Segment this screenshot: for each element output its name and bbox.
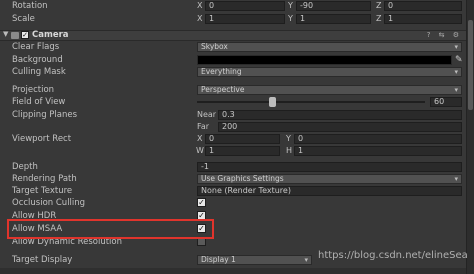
clipping-planes-row: Clipping Planes Near 0.3 [0,109,466,121]
rendering-path-value: Use Graphics Settings [201,174,284,183]
culling-mask-label: Culling Mask [12,67,66,77]
depth-label: Depth [12,162,38,172]
camera-component-header[interactable]: ▼ ✓ Camera ? ⇆ ⚙ [0,30,466,41]
near-field[interactable]: 0.3 [218,110,462,120]
clear-flags-value: Skybox [201,42,228,51]
dropdown-arrow-icon: ▾ [454,43,458,51]
viewport-h-field[interactable]: 1 [294,146,462,156]
camera-enabled-checkbox[interactable]: ✓ [21,31,29,39]
viewport-h-label: H [286,146,293,155]
rotation-y-axis-label: Y [288,1,293,10]
viewport-w-label: W [196,146,204,155]
dropdown-arrow-icon: ▾ [454,175,458,183]
target-texture-label: Target Texture [12,186,73,196]
field-of-view-label: Field of View [12,97,66,107]
projection-dropdown[interactable]: Perspective ▾ [197,85,462,95]
far-label: Far [197,122,210,131]
rendering-path-label: Rendering Path [12,174,77,184]
clear-flags-label: Clear Flags [12,42,60,52]
scale-x-axis-label: X [197,14,203,23]
bottom-strip [0,268,466,274]
far-row: Far 200 [0,121,466,133]
background-color-field[interactable] [197,55,452,65]
occlusion-culling-label: Occlusion Culling [12,198,86,208]
projection-row: Projection Perspective ▾ [0,84,466,96]
target-texture-field[interactable]: None (Render Texture) [197,186,462,196]
clipping-planes-label: Clipping Planes [12,110,78,120]
culling-mask-dropdown[interactable]: Everything ▾ [197,67,462,77]
scale-x-field[interactable]: 1 [205,14,285,24]
dropdown-arrow-icon: ▾ [454,86,458,94]
projection-label: Projection [12,85,55,95]
vertical-scrollbar[interactable] [466,0,474,274]
fold-arrow-icon[interactable]: ▼ [3,30,8,38]
depth-field[interactable]: -1 [197,162,462,172]
field-of-view-slider-handle[interactable] [269,97,277,107]
near-label: Near [197,110,217,119]
projection-value: Perspective [201,85,245,94]
rotation-z-field[interactable]: 0 [384,1,462,11]
target-texture-row: Target Texture None (Render Texture) [0,185,466,197]
viewport-x-field[interactable]: 0 [205,134,280,144]
clear-flags-dropdown[interactable]: Skybox ▾ [197,42,462,52]
culling-mask-row: Culling Mask Everything ▾ [0,66,466,78]
scale-label: Scale [12,14,35,24]
scale-z-field[interactable]: 1 [384,14,462,24]
occlusion-culling-row: Occlusion Culling ✓ [0,197,466,209]
color-picker-icon[interactable]: ✎ [455,54,463,66]
rotation-y-field[interactable]: -90 [296,1,371,11]
viewport-y-field[interactable]: 0 [294,134,462,144]
target-display-label: Target Display [12,255,73,265]
viewport-wh-row: W 1 H 1 [0,145,466,157]
background-label: Background [12,55,63,65]
viewport-rect-label: Viewport Rect [12,134,72,144]
rotation-x-axis-label: X [197,1,203,10]
watermark-text: https://blog.csdn.net/elineSea [318,250,468,261]
rotation-label: Rotation [12,1,48,11]
camera-icon [11,32,19,39]
scrollbar-thumb[interactable] [468,20,473,110]
dropdown-arrow-icon: ▾ [304,256,308,264]
culling-mask-value: Everything [201,67,242,76]
field-of-view-slider-track[interactable] [197,101,425,103]
far-field[interactable]: 200 [218,122,462,132]
viewport-x-label: X [197,134,203,143]
camera-title: Camera [32,30,69,40]
target-display-dropdown[interactable]: Display 1 ▾ [197,255,312,265]
viewport-w-field[interactable]: 1 [205,146,280,156]
viewport-y-label: Y [286,134,291,143]
component-tools-icons[interactable]: ? ⇆ ⚙ [427,31,462,39]
scale-y-axis-label: Y [288,14,293,23]
scale-z-axis-label: Z [376,14,382,23]
target-display-value: Display 1 [201,255,236,264]
rendering-path-row: Rendering Path Use Graphics Settings ▾ [0,173,466,185]
inspector-panel: Rotation X 0 Y -90 Z 0 Scale X 1 Y 1 Z 1… [0,0,466,274]
msaa-highlight-box [7,219,214,239]
field-of-view-row: Field of View 60 [0,96,466,108]
dropdown-arrow-icon: ▾ [454,68,458,76]
rotation-z-axis-label: Z [376,1,382,10]
viewport-rect-row: Viewport Rect X 0 Y 0 [0,133,466,145]
scale-row: Scale X 1 Y 1 Z 1 [0,13,466,25]
field-of-view-field[interactable]: 60 [430,97,462,107]
background-row: Background ✎ [0,54,466,66]
scale-y-field[interactable]: 1 [296,14,371,24]
occlusion-culling-checkbox[interactable]: ✓ [197,198,206,207]
rotation-row: Rotation X 0 Y -90 Z 0 [0,0,466,12]
depth-row: Depth -1 [0,161,466,173]
clear-flags-row: Clear Flags Skybox ▾ [0,41,466,53]
rendering-path-dropdown[interactable]: Use Graphics Settings ▾ [197,174,462,184]
rotation-x-field[interactable]: 0 [205,1,285,11]
